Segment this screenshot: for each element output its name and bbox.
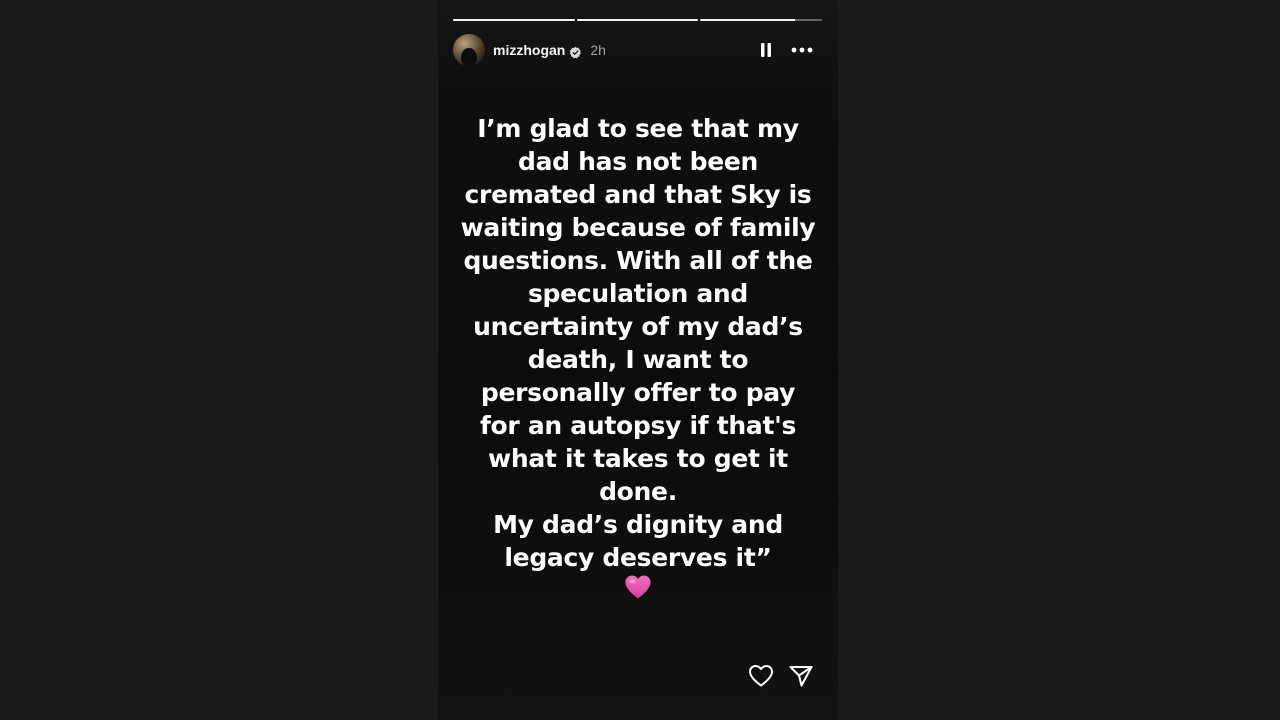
viewer-stage: mizzhogan 2h I’m glad to see that my dad… (0, 0, 1280, 720)
story-footer-actions (748, 664, 814, 688)
story-text-line: legacy deserves it” (504, 543, 772, 572)
pink-heart-icon (438, 574, 838, 600)
progress-segment-3 (700, 19, 823, 21)
progress-fill-3 (700, 19, 796, 21)
header-actions (759, 42, 823, 58)
story-card[interactable]: mizzhogan 2h I’m glad to see that my dad… (438, 0, 838, 720)
story-text-line: questions. With all of the (463, 246, 813, 275)
post-time: 2h (590, 42, 606, 58)
username[interactable]: mizzhogan (493, 42, 565, 58)
story-text-line: for an autopsy if that's (479, 411, 797, 440)
story-header: mizzhogan 2h (453, 33, 823, 67)
story-text-line: dad has not been (517, 147, 759, 176)
progress-segment-2 (576, 19, 699, 21)
like-heart-icon[interactable] (748, 664, 774, 688)
avatar[interactable] (453, 34, 485, 66)
story-text-line: My dad’s dignity and (493, 510, 783, 539)
pause-icon[interactable] (759, 42, 773, 58)
story-text-line: personally offer to pay (480, 378, 796, 407)
story-text: I’m glad to see that my dad has not been… (438, 112, 838, 574)
story-text-line: I’m glad to see that my (477, 114, 799, 143)
verified-badge-icon (569, 44, 582, 58)
story-text-line: waiting because of family (460, 213, 816, 242)
story-text-line: done. (599, 477, 677, 506)
story-text-line: cremated and that Sky is (464, 180, 812, 209)
progress-fill-1 (453, 19, 575, 21)
story-progress-bar (453, 19, 823, 21)
progress-fill-2 (576, 19, 699, 21)
story-text-line: uncertainty of my dad’s (473, 312, 803, 341)
share-send-icon[interactable] (788, 664, 814, 688)
story-text-line: what it takes to get it (488, 444, 788, 473)
progress-segment-1 (453, 19, 575, 21)
story-text-line: death, I want to (527, 345, 749, 374)
more-options-icon[interactable] (791, 47, 813, 53)
story-text-line: speculation and (527, 279, 749, 308)
